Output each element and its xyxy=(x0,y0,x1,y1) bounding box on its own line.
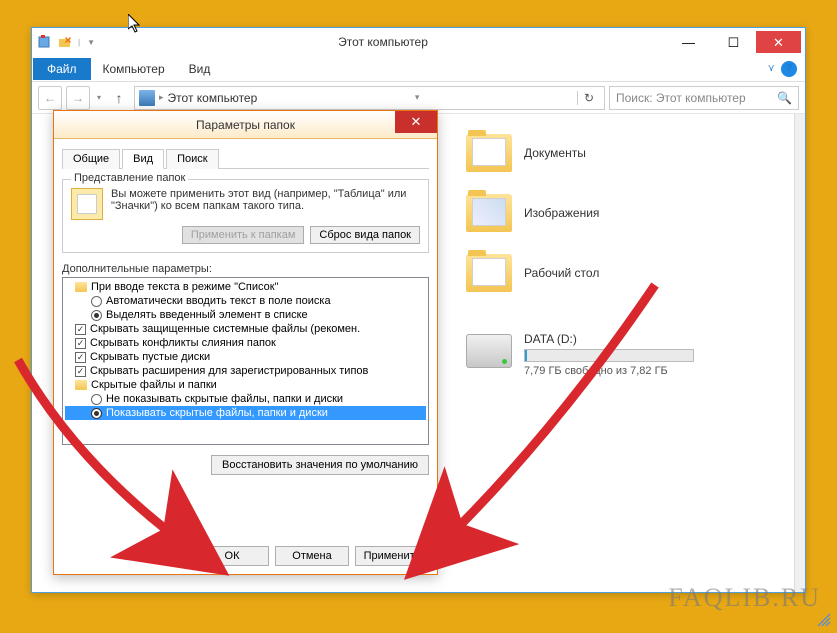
help-icon[interactable]: ? xyxy=(781,61,797,77)
drive-free-text: 7,79 ГБ свободно из 7,82 ГБ xyxy=(524,365,778,377)
qat-separator: | xyxy=(78,38,80,47)
tree-group-list-mode: При вводе текста в режиме "Список" xyxy=(65,280,426,294)
folder-icon xyxy=(75,281,87,293)
folder-icon xyxy=(466,134,512,172)
checkbox-icon[interactable]: ✓ xyxy=(75,366,86,377)
drive-d[interactable]: DATA (D:) 7,79 ГБ свободно из 7,82 ГБ xyxy=(462,328,782,381)
folder-documents[interactable]: Документы xyxy=(462,130,782,176)
dialog-body: Общие Вид Поиск Представление папок Вы м… xyxy=(54,139,437,574)
maximize-button[interactable]: ☐ xyxy=(711,31,756,53)
qat-dropdown-icon[interactable]: ▼ xyxy=(82,33,100,51)
advanced-label: Дополнительные параметры: xyxy=(62,263,429,275)
search-box[interactable]: Поиск: Этот компьютер 🔍 xyxy=(609,86,799,110)
tree-radio-dont-show-hidden[interactable]: Не показывать скрытые файлы, папки и дис… xyxy=(65,392,426,406)
search-icon[interactable]: 🔍 xyxy=(777,91,792,105)
cancel-button[interactable]: Отмена xyxy=(275,546,349,566)
group-title: Представление папок xyxy=(71,172,188,184)
new-folder-icon[interactable] xyxy=(56,33,74,51)
tree-check-hide-protected[interactable]: ✓ Скрывать защищенные системные файлы (р… xyxy=(65,322,426,336)
folder-desktop[interactable]: Рабочий стол xyxy=(462,250,782,296)
folder-icon xyxy=(75,379,87,391)
computer-icon xyxy=(139,90,155,106)
tree-radio-highlight[interactable]: Выделять введенный элемент в списке xyxy=(65,308,426,322)
advanced-settings-tree[interactable]: При вводе текста в режиме "Список" Автом… xyxy=(62,277,429,445)
window-title: Этот компьютер xyxy=(100,35,666,49)
back-button[interactable]: ← xyxy=(38,86,62,110)
tree-radio-show-hidden[interactable]: Показывать скрытые файлы, папки и диски xyxy=(65,406,426,420)
tree-check-hide-ext[interactable]: ✓ Скрывать расширения для зарегистрирова… xyxy=(65,364,426,378)
dialog-tabs: Общие Вид Поиск xyxy=(62,149,429,169)
resize-grip-icon xyxy=(817,613,831,627)
radio-icon[interactable] xyxy=(91,408,102,419)
folder-options-dialog: Параметры папок ✕ Общие Вид Поиск Предст… xyxy=(53,110,438,575)
drive-capacity-bar xyxy=(524,349,694,362)
folder-view-icon xyxy=(71,188,103,220)
folder-icon xyxy=(466,254,512,292)
chevron-down-icon[interactable]: ▾ xyxy=(415,92,420,103)
checkbox-icon[interactable]: ✓ xyxy=(75,324,86,335)
folder-label: Изображения xyxy=(524,206,599,220)
window-close-button[interactable]: ✕ xyxy=(756,31,801,53)
tree-group-hidden-files: Скрытые файлы и папки xyxy=(65,378,426,392)
items-panel: Документы Изображения Рабочий стол DATA … xyxy=(462,130,782,381)
restore-defaults-button[interactable]: Восстановить значения по умолчанию xyxy=(211,455,429,475)
search-placeholder: Поиск: Этот компьютер xyxy=(616,91,746,105)
address-text: Этот компьютер xyxy=(168,91,258,105)
apply-button[interactable]: Применить xyxy=(355,546,429,566)
reset-folders-button[interactable]: Сброс вида папок xyxy=(310,226,420,244)
folder-views-group: Представление папок Вы можете применить … xyxy=(62,179,429,253)
checkbox-icon[interactable]: ✓ xyxy=(75,338,86,349)
expand-ribbon-icon[interactable]: ⋎ xyxy=(768,63,775,74)
chevron-right-icon[interactable]: ▸ xyxy=(159,92,164,103)
tree-check-hide-merge[interactable]: ✓ Скрывать конфликты слияния папок xyxy=(65,336,426,350)
dialog-close-button[interactable]: ✕ xyxy=(395,111,437,133)
radio-icon[interactable] xyxy=(91,296,102,307)
folder-icon xyxy=(466,194,512,232)
minimize-button[interactable]: — xyxy=(666,31,711,53)
dialog-button-row: ОК Отмена Применить xyxy=(62,536,429,566)
checkbox-icon[interactable]: ✓ xyxy=(75,352,86,363)
quick-access-toolbar: | ▼ xyxy=(36,33,100,51)
tab-view[interactable]: Вид xyxy=(122,149,164,169)
ok-button[interactable]: ОК xyxy=(195,546,269,566)
folder-pictures[interactable]: Изображения xyxy=(462,190,782,236)
scrollbar-vertical[interactable] xyxy=(794,114,805,592)
radio-icon[interactable] xyxy=(91,394,102,405)
file-tab[interactable]: Файл xyxy=(33,58,91,80)
address-bar[interactable]: ▸ Этот компьютер ▾ ↻ xyxy=(134,86,605,110)
apply-to-folders-button[interactable]: Применить к папкам xyxy=(182,226,305,244)
dialog-title: Параметры папок xyxy=(196,118,295,132)
explorer-titlebar[interactable]: | ▼ Этот компьютер — ☐ ✕ xyxy=(32,28,805,56)
ribbon-tabs: Файл Компьютер Вид ⋎ ? xyxy=(32,56,805,82)
computer-tab[interactable]: Компьютер xyxy=(91,58,177,80)
properties-icon[interactable] xyxy=(36,33,54,51)
history-dropdown[interactable]: ▾ xyxy=(94,93,104,102)
window-controls: — ☐ ✕ xyxy=(666,31,801,53)
watermark: FAQLIB.RU xyxy=(668,583,821,613)
forward-button[interactable]: → xyxy=(66,86,90,110)
ribbon-right: ⋎ ? xyxy=(768,61,805,77)
view-tab[interactable]: Вид xyxy=(177,58,223,80)
tab-search[interactable]: Поиск xyxy=(166,149,218,169)
drive-name: DATA (D:) xyxy=(524,332,778,346)
folder-label: Рабочий стол xyxy=(524,266,599,280)
tree-radio-auto-search[interactable]: Автоматически вводить текст в поле поиск… xyxy=(65,294,426,308)
up-button[interactable]: ↑ xyxy=(108,87,130,109)
drive-info: DATA (D:) 7,79 ГБ свободно из 7,82 ГБ xyxy=(524,332,778,377)
drive-icon xyxy=(466,334,512,368)
radio-icon[interactable] xyxy=(91,310,102,321)
tab-general[interactable]: Общие xyxy=(62,149,120,169)
dialog-titlebar[interactable]: Параметры папок ✕ xyxy=(54,111,437,139)
refresh-button[interactable]: ↻ xyxy=(577,91,600,105)
group-description: Вы можете применить этот вид (например, … xyxy=(111,188,420,212)
folder-label: Документы xyxy=(524,146,586,160)
tree-check-hide-empty[interactable]: ✓ Скрывать пустые диски xyxy=(65,350,426,364)
